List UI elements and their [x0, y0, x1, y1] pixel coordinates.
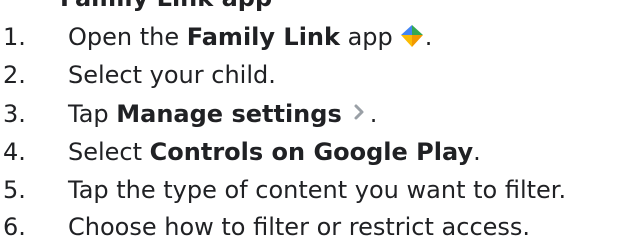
manage-settings-label: Manage settings	[116, 100, 342, 128]
step-text: Select your child.	[68, 61, 276, 89]
step-text-period: .	[473, 138, 481, 166]
controls-on-google-play-label: Controls on Google Play	[149, 138, 474, 166]
cropped-heading-text: Family Link app	[60, 0, 272, 13]
step-text-period: .	[424, 23, 433, 51]
step-text-plain: Select	[68, 138, 150, 166]
step-text-plain: Open the	[68, 23, 187, 51]
step-number: 4.	[3, 138, 26, 166]
step-text-period: .	[369, 100, 378, 128]
step-number: 3.	[3, 100, 26, 128]
step-number: 2.	[3, 61, 26, 89]
chevron-right-icon	[350, 96, 368, 120]
step-text: Tap the type of content you want to filt…	[68, 176, 567, 204]
step-number: 1.	[3, 23, 26, 51]
family-link-app-icon	[399, 22, 425, 48]
step-number: 5.	[3, 176, 26, 204]
step-text: Choose how to filter or restrict access.	[68, 213, 531, 241]
step-number: 6.	[3, 213, 26, 241]
step-text-plain-post: app	[339, 23, 393, 51]
step-text-plain: Tap	[68, 100, 117, 128]
step-text: Tap Manage settings .	[68, 95, 377, 133]
step-text: Select Controls on Google Play.	[68, 133, 481, 171]
step-text: Open the Family Link app .	[68, 18, 432, 56]
family-link-app-name: Family Link	[186, 23, 340, 51]
